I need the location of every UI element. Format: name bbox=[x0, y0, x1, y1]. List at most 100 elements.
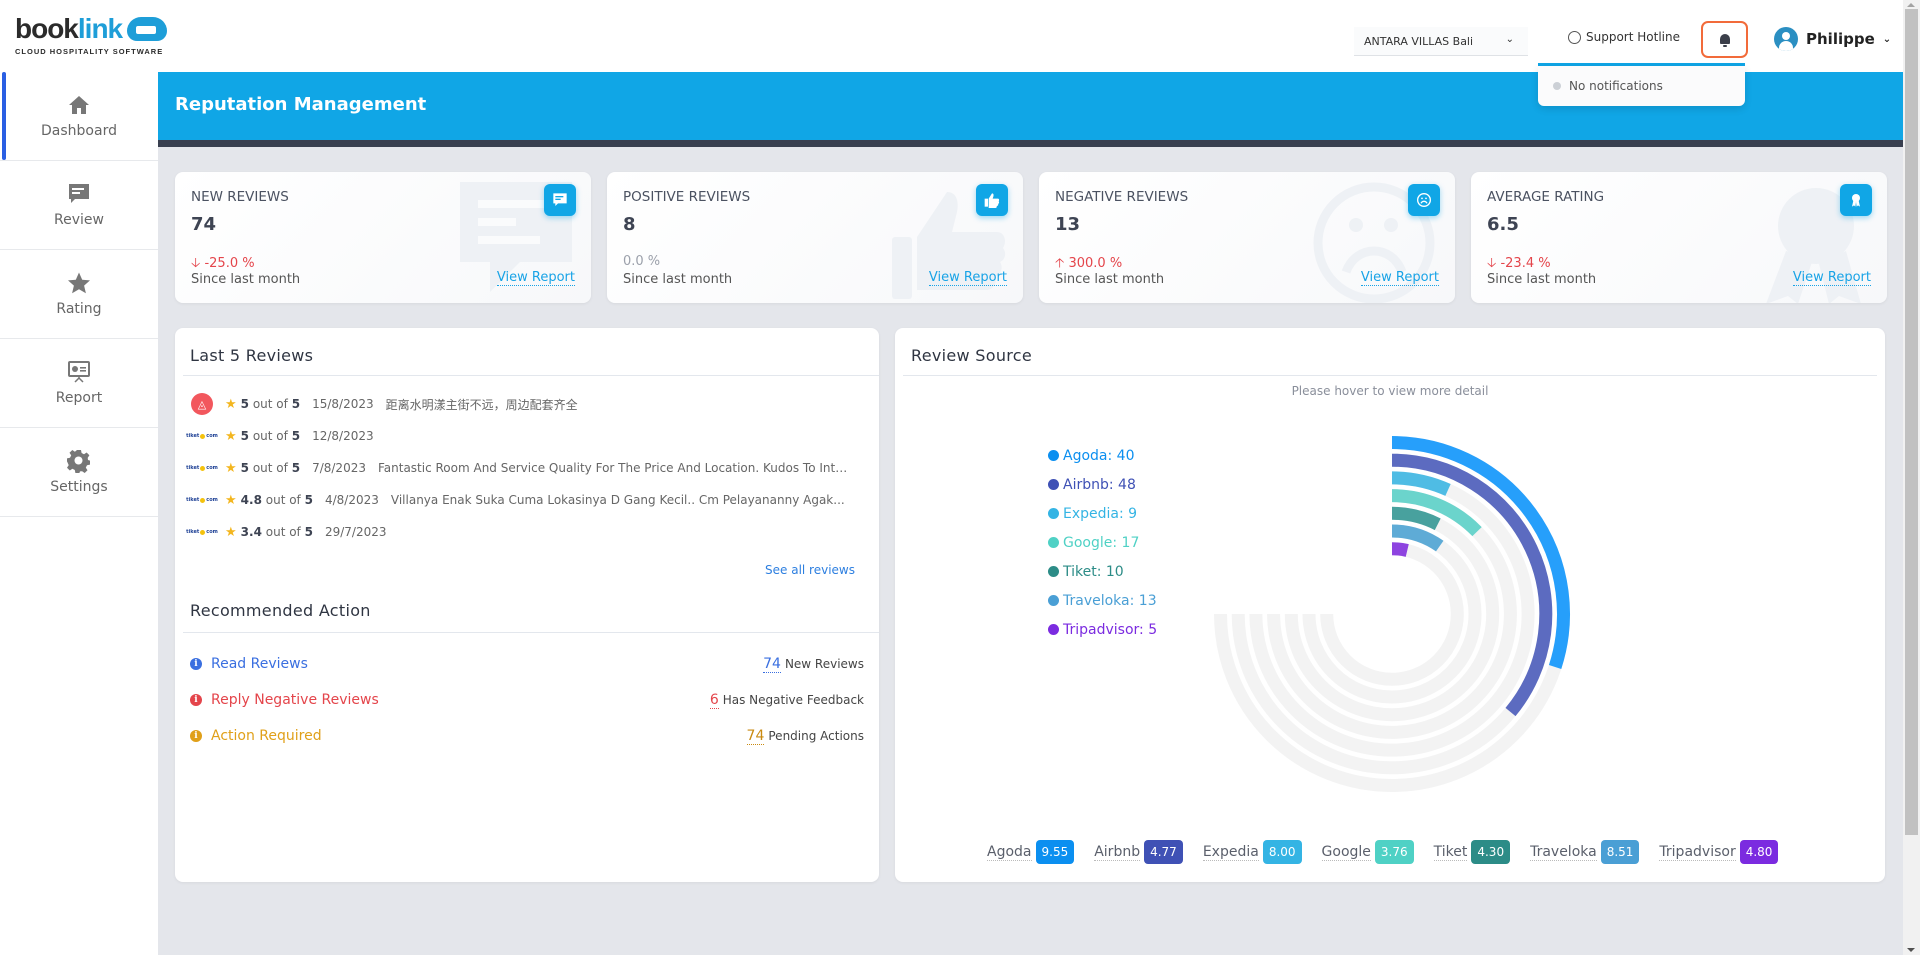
rating-item-agoda[interactable]: Agoda 9.55 bbox=[987, 840, 1075, 864]
rating-item-tiket[interactable]: Tiket 4.30 bbox=[1433, 840, 1511, 864]
airbnb-logo-icon: ◬ bbox=[191, 393, 213, 415]
sad-face-icon bbox=[1417, 193, 1431, 207]
stat-card-average-rating: AVERAGE RATING 6.5 🡣 -23.4 % Since last … bbox=[1471, 172, 1887, 303]
legend-item-google[interactable]: Google: 17 bbox=[1048, 528, 1157, 557]
stat-card-positive-reviews: POSITIVE REVIEWS 8 0.0 % Since last mont… bbox=[607, 172, 1023, 303]
reply-negative-reviews-link[interactable]: Reply Negative Reviews bbox=[211, 692, 379, 708]
stat-value: 6.5 bbox=[1487, 214, 1519, 235]
legend-dot bbox=[1048, 624, 1059, 635]
status-dot bbox=[1553, 82, 1561, 90]
review-item[interactable]: tiket com ★ 5 out of 5 7/8/2023 Fantastic… bbox=[186, 452, 864, 484]
legend-item-tiket[interactable]: Tiket: 10 bbox=[1048, 557, 1157, 586]
action-count[interactable]: 74 bbox=[763, 656, 781, 673]
star-icon: ★ bbox=[225, 460, 237, 476]
sidebar-item-review[interactable]: Review bbox=[0, 161, 158, 250]
stat-since: Since last month bbox=[191, 272, 301, 287]
recommended-action-list: i Read Reviews 74 New Reviews i Reply Neg… bbox=[190, 646, 864, 754]
action-item-action-required: i Action Required 74 Pending Actions bbox=[190, 718, 864, 754]
rating-item-expedia[interactable]: Expedia 8.00 bbox=[1202, 840, 1302, 864]
rating-source-name: Airbnb bbox=[1094, 843, 1141, 861]
user-menu[interactable]: Philippe ⌄ bbox=[1774, 27, 1891, 51]
review-item[interactable]: ◬ ★ 5 out of 5 15/8/2023 距离水明漾主街不远，周边配套齐… bbox=[190, 388, 864, 420]
scroll-up-arrow-icon[interactable] bbox=[1907, 3, 1915, 7]
rating-score-badge: 4.30 bbox=[1471, 840, 1511, 864]
rating-source-name: Agoda bbox=[987, 843, 1032, 861]
legend-item-traveloka[interactable]: Traveloka: 13 bbox=[1048, 586, 1157, 615]
award-icon bbox=[1852, 194, 1860, 207]
stat-value: 8 bbox=[623, 214, 636, 235]
review-source-radial-chart[interactable] bbox=[895, 328, 1885, 882]
review-item[interactable]: tiket com ★ 3.4 out of 5 29/7/2023 bbox=[186, 516, 864, 548]
legend-item-tripadvisor[interactable]: Tripadvisor: 5 bbox=[1048, 615, 1157, 644]
view-report-link[interactable]: View Report bbox=[1360, 270, 1439, 286]
info-icon: i bbox=[190, 730, 202, 742]
sidebar-item-rating[interactable]: Rating bbox=[0, 250, 158, 339]
view-report-link[interactable]: View Report bbox=[1792, 270, 1871, 286]
page-scrollbar[interactable] bbox=[1903, 0, 1920, 955]
logo-tagline: CLOUD HOSPITALITY SOFTWARE bbox=[15, 47, 164, 56]
action-count[interactable]: 74 bbox=[746, 728, 765, 745]
stat-title: NEW REVIEWS bbox=[191, 189, 289, 205]
rating-score-badge: 3.76 bbox=[1374, 840, 1414, 864]
rating-item-tripadvisor[interactable]: Tripadvisor 4.80 bbox=[1659, 840, 1779, 864]
read-reviews-link[interactable]: Read Reviews bbox=[211, 656, 308, 672]
legend-item-expedia[interactable]: Expedia: 9 bbox=[1048, 499, 1157, 528]
star-icon: ★ bbox=[225, 524, 237, 540]
booklink-logo[interactable]: booklink CLOUD HOSPITALITY SOFTWARE bbox=[15, 15, 167, 59]
comment-icon bbox=[553, 193, 567, 206]
rating-item-google[interactable]: Google 3.76 bbox=[1321, 840, 1414, 864]
legend-item-agoda[interactable]: Agoda: 40 bbox=[1048, 441, 1157, 470]
legend-item-airbnb[interactable]: Airbnb: 48 bbox=[1048, 470, 1157, 499]
page-title: Reputation Management bbox=[175, 94, 427, 115]
radial-bar-expedia[interactable] bbox=[1391, 471, 1451, 496]
arrow-up-icon: 🡡 bbox=[1055, 256, 1069, 271]
arrow-down-icon: 🡣 bbox=[191, 256, 205, 271]
rating-item-traveloka[interactable]: Traveloka 8.51 bbox=[1530, 840, 1640, 864]
stat-card-new-reviews: NEW REVIEWS 74 🡣 -25.0 % Since last mont… bbox=[175, 172, 591, 303]
divider bbox=[183, 375, 879, 376]
property-select[interactable]: ANTARA VILLAS Bali ⌄ bbox=[1354, 27, 1528, 56]
legend-label: Airbnb: 48 bbox=[1063, 476, 1136, 493]
review-item[interactable]: tiket com ★ 5 out of 5 12/8/2023 bbox=[186, 420, 864, 452]
support-hotline-link[interactable]: Support Hotline bbox=[1568, 30, 1680, 44]
bell-icon bbox=[1718, 33, 1732, 47]
stat-since: Since last month bbox=[623, 272, 733, 287]
rating-source-name: Tripadvisor bbox=[1659, 843, 1736, 861]
radial-track-tripadvisor bbox=[1320, 542, 1464, 686]
tiket-logo-icon: tiket com bbox=[186, 497, 218, 503]
sidebar-item-report[interactable]: Report bbox=[0, 339, 158, 428]
see-all-reviews-link[interactable]: See all reviews bbox=[765, 563, 855, 577]
tiket-logo-icon: tiket com bbox=[186, 465, 218, 471]
panel-title: Last 5 Reviews bbox=[190, 346, 314, 365]
rating-source-name: Traveloka bbox=[1530, 843, 1597, 861]
rating-source-name: Expedia bbox=[1202, 843, 1259, 861]
scroll-thumb[interactable] bbox=[1905, 9, 1918, 835]
rating-item-airbnb[interactable]: Airbnb 4.77 bbox=[1094, 840, 1183, 864]
stat-since: Since last month bbox=[1055, 272, 1165, 287]
scroll-down-arrow-icon[interactable] bbox=[1907, 948, 1915, 952]
radial-track-traveloka bbox=[1302, 524, 1482, 704]
view-report-link[interactable]: View Report bbox=[928, 270, 1007, 286]
avatar bbox=[1774, 27, 1798, 51]
stat-value: 13 bbox=[1055, 214, 1081, 235]
legend-dot bbox=[1048, 537, 1059, 548]
view-report-link[interactable]: View Report bbox=[496, 270, 575, 286]
award-badge bbox=[1840, 184, 1872, 216]
rating-score-badge: 4.80 bbox=[1739, 840, 1779, 864]
action-required-link[interactable]: Action Required bbox=[211, 728, 322, 744]
stat-value: 74 bbox=[191, 214, 217, 235]
review-item[interactable]: tiket com ★ 4.8 out of 5 4/8/2023 Villany… bbox=[186, 484, 864, 516]
comment-badge bbox=[544, 184, 576, 216]
star-icon: ★ bbox=[225, 396, 237, 412]
thumbs-up-icon bbox=[984, 193, 1000, 208]
notifications-button[interactable] bbox=[1701, 21, 1748, 58]
notifications-dropdown: No notifications bbox=[1538, 66, 1745, 106]
radial-bar-tiket[interactable] bbox=[1391, 506, 1441, 531]
radial-bar-tripadvisor[interactable] bbox=[1391, 542, 1409, 557]
sidebar-item-settings[interactable]: Settings bbox=[0, 428, 158, 517]
no-notifications-text: No notifications bbox=[1569, 79, 1663, 93]
legend-dot bbox=[1048, 508, 1059, 519]
action-count[interactable]: 6 bbox=[709, 692, 719, 709]
sidebar-item-dashboard[interactable]: Dashboard bbox=[0, 72, 158, 161]
legend-dot bbox=[1048, 450, 1059, 461]
